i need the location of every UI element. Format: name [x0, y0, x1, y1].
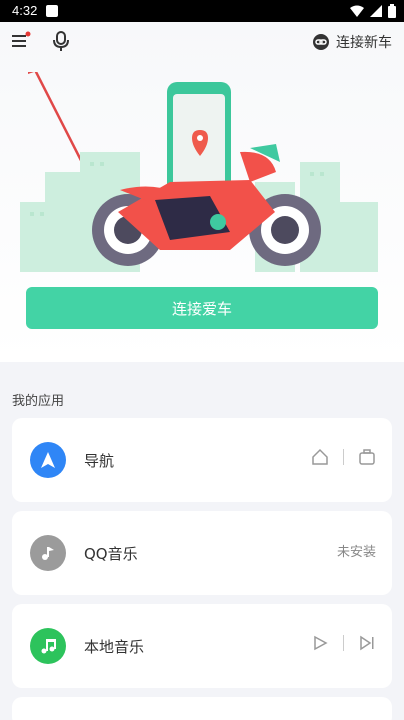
- music-note-icon: [42, 547, 54, 560]
- navigation-app-icon: [30, 442, 66, 478]
- app-card-navigation[interactable]: 导航: [12, 418, 392, 502]
- app-name: QQ音乐: [84, 545, 138, 563]
- link-icon: [313, 34, 329, 50]
- microphone-icon[interactable]: [50, 30, 72, 52]
- playback-controls: [311, 634, 376, 652]
- motorcycle-illustration: [20, 72, 378, 272]
- app-card-partial: [12, 697, 392, 720]
- next-track-icon[interactable]: [358, 634, 376, 652]
- status-icons: [350, 4, 396, 18]
- connect-new-car-label: 连接新车: [336, 35, 392, 51]
- navigation-arrow-icon: [41, 452, 55, 468]
- divider: [343, 449, 344, 465]
- app-card-qq-music[interactable]: QQ音乐 未安装: [12, 511, 392, 595]
- connect-new-car-button[interactable]: 连接新车: [312, 32, 392, 52]
- connect-car-button[interactable]: 连接爱车: [26, 287, 378, 329]
- status-bar: 4:32: [0, 0, 404, 22]
- app-name: 导航: [84, 452, 115, 470]
- hero-section: 连接新车 连接爱车: [0, 22, 404, 362]
- battery-icon: [388, 4, 396, 18]
- qq-music-app-icon: [30, 535, 66, 571]
- play-icon[interactable]: [311, 634, 329, 652]
- status-time: 4:32: [12, 3, 38, 18]
- divider: [343, 635, 344, 651]
- app-name: 本地音乐: [84, 638, 145, 656]
- navigation-shortcuts: [311, 448, 376, 466]
- wifi-icon: [350, 5, 364, 17]
- briefcase-icon[interactable]: [358, 448, 376, 466]
- install-status: 未安装: [336, 545, 376, 560]
- qq-music-status: 未安装: [337, 541, 376, 560]
- menu-icon[interactable]: [10, 30, 32, 52]
- status-notification-icon: [46, 5, 58, 17]
- app-card-local-music[interactable]: 本地音乐: [12, 604, 392, 688]
- music-note-icon: [41, 639, 56, 654]
- local-music-app-icon: [30, 628, 66, 664]
- apps-section-title: 我的应用: [12, 394, 65, 409]
- signal-icon: [370, 5, 382, 17]
- home-icon[interactable]: [311, 448, 329, 466]
